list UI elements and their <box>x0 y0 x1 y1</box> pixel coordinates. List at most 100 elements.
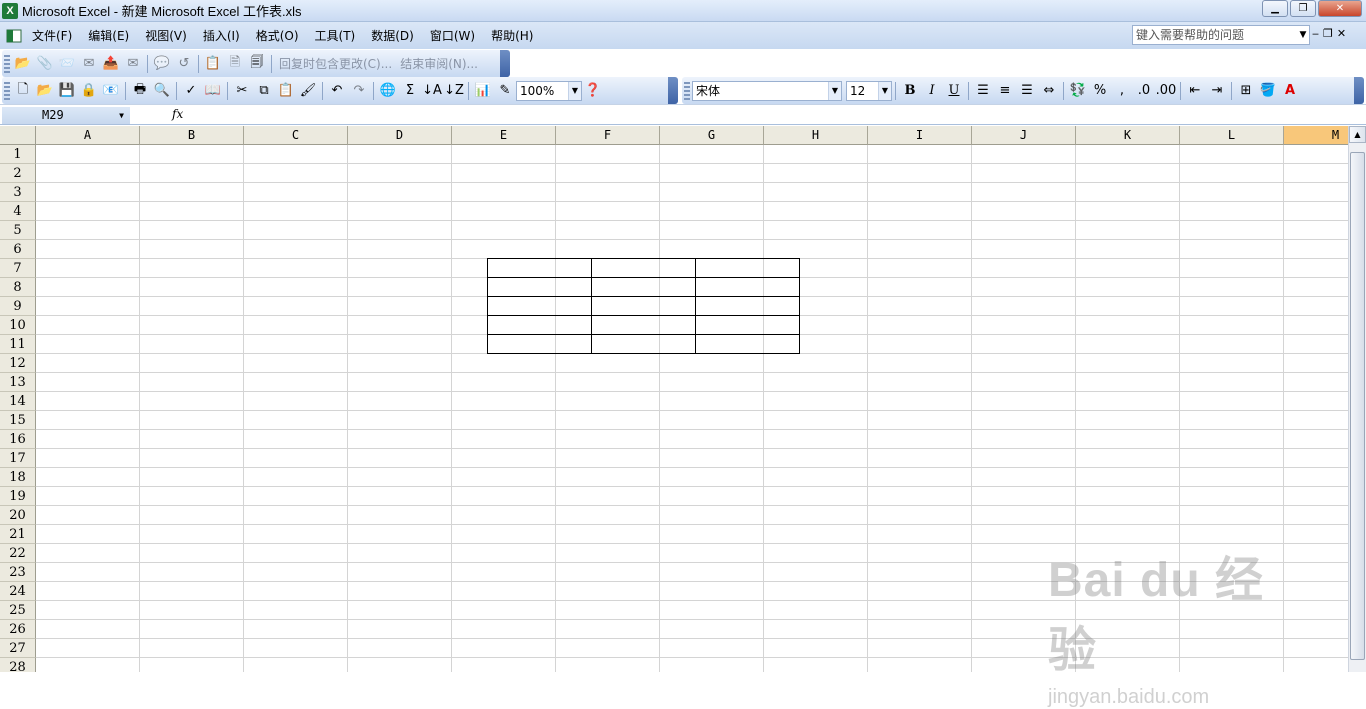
bordered-cell[interactable] <box>487 258 592 278</box>
hyperlink-icon[interactable]: 🌐 <box>377 80 399 102</box>
toolbar-options-icon[interactable] <box>1354 77 1364 104</box>
bordered-cell[interactable] <box>695 258 800 278</box>
bordered-cell[interactable] <box>487 296 592 316</box>
review-pane-icon[interactable]: 🗐 <box>246 53 268 75</box>
track-icon[interactable]: ↺ <box>173 53 195 75</box>
help-search-input[interactable]: 键入需要帮助的问题 <box>1132 25 1310 45</box>
drawing-icon[interactable]: ✎ <box>494 80 516 102</box>
mail-icon[interactable]: ✉ <box>78 53 100 75</box>
bordered-cell[interactable] <box>695 315 800 335</box>
minimize-icon[interactable]: ▁ <box>1262 0 1288 17</box>
reply-with-changes-button[interactable]: 回复时包含更改(C)... <box>275 55 396 72</box>
italic-button[interactable]: I <box>921 80 943 102</box>
bordered-cell[interactable] <box>487 315 592 335</box>
bordered-cell[interactable] <box>695 277 800 297</box>
toolbar-options-icon[interactable] <box>668 77 678 104</box>
percent-button[interactable]: % <box>1089 80 1111 102</box>
sort-descending-icon[interactable]: ↓Z <box>443 80 465 102</box>
row-header-6[interactable]: 6 <box>0 240 36 259</box>
column-header-I[interactable]: I <box>868 126 972 145</box>
reply-icon[interactable]: 📨 <box>56 53 78 75</box>
undo-icon[interactable]: ↶ <box>326 80 348 102</box>
formula-input[interactable] <box>190 106 1366 124</box>
name-box[interactable]: M29 ▼ <box>2 107 130 124</box>
excel-app-icon[interactable]: X <box>2 2 18 19</box>
row-header-17[interactable]: 17 <box>0 449 36 468</box>
help-dropdown-icon[interactable]: ▼ <box>1296 25 1310 45</box>
row-header-4[interactable]: 4 <box>0 202 36 221</box>
column-header-A[interactable]: A <box>36 126 140 145</box>
align-left-icon[interactable]: ☰ <box>972 80 994 102</box>
row-header-27[interactable]: 27 <box>0 639 36 658</box>
print-icon[interactable]: 🖶 <box>129 80 151 102</box>
bordered-cell[interactable] <box>487 334 592 354</box>
doc-close-icon[interactable]: ✕ <box>1337 27 1346 40</box>
toolbar-options-icon[interactable] <box>500 50 510 77</box>
cut-icon[interactable]: ✂ <box>231 80 253 102</box>
menu-view[interactable]: 视图(V) <box>137 26 195 46</box>
toolbar-grip[interactable] <box>4 81 10 100</box>
row-header-26[interactable]: 26 <box>0 620 36 639</box>
row-header-13[interactable]: 13 <box>0 373 36 392</box>
restore-icon[interactable]: ❐ <box>1290 0 1316 17</box>
row-header-8[interactable]: 8 <box>0 278 36 297</box>
copy-icon[interactable]: ⧉ <box>253 80 275 102</box>
select-all-corner[interactable] <box>0 126 36 145</box>
help-icon[interactable]: ❓ <box>582 80 604 102</box>
align-center-icon[interactable]: ≡ <box>994 80 1016 102</box>
column-header-E[interactable]: E <box>452 126 556 145</box>
increase-indent-icon[interactable]: ⇥ <box>1206 80 1228 102</box>
open-folder-icon[interactable]: 📂 <box>12 53 34 75</box>
permission-icon[interactable]: 🔒 <box>78 80 100 102</box>
research-icon[interactable]: 📖 <box>202 80 224 102</box>
decrease-indent-icon[interactable]: ⇤ <box>1184 80 1206 102</box>
column-header-D[interactable]: D <box>348 126 452 145</box>
merge-center-icon[interactable]: ⇔ <box>1038 80 1060 102</box>
email-icon[interactable]: 📧 <box>100 80 122 102</box>
format-painter-icon[interactable]: 🖌 <box>297 80 319 102</box>
paste-icon[interactable]: 📋 <box>275 80 297 102</box>
bordered-cell-range[interactable] <box>487 258 800 354</box>
column-header-H[interactable]: H <box>764 126 868 145</box>
fill-color-icon[interactable]: 🪣 <box>1257 80 1279 102</box>
currency-icon[interactable]: 💱 <box>1067 80 1089 102</box>
close-icon[interactable]: ✕ <box>1318 0 1362 17</box>
font-name-dropdown-icon[interactable]: ▼ <box>828 81 841 100</box>
bold-button[interactable]: B <box>899 80 921 102</box>
comment-icon[interactable]: 💬 <box>151 53 173 75</box>
column-header-F[interactable]: F <box>556 126 660 145</box>
menu-help[interactable]: 帮助(H) <box>483 26 541 46</box>
row-header-18[interactable]: 18 <box>0 468 36 487</box>
row-header-22[interactable]: 22 <box>0 544 36 563</box>
sort-ascending-icon[interactable]: ↓A <box>421 80 443 102</box>
menu-file[interactable]: 文件(F) <box>24 26 80 46</box>
bordered-cell[interactable] <box>591 258 696 278</box>
open-icon[interactable]: 📂 <box>34 80 56 102</box>
zoom-dropdown-icon[interactable]: ▼ <box>568 81 581 100</box>
name-box-dropdown-icon[interactable]: ▼ <box>119 107 124 124</box>
menu-window[interactable]: 窗口(W) <box>422 26 483 46</box>
font-size-select[interactable]: 12 ▼ <box>846 80 892 101</box>
row-header-24[interactable]: 24 <box>0 582 36 601</box>
bordered-cell[interactable] <box>591 296 696 316</box>
toolbar-grip[interactable] <box>4 54 10 73</box>
bordered-cell[interactable] <box>695 334 800 354</box>
bordered-cell[interactable] <box>591 277 696 297</box>
toolbar-grip[interactable] <box>684 81 690 100</box>
column-header-J[interactable]: J <box>972 126 1076 145</box>
row-header-16[interactable]: 16 <box>0 430 36 449</box>
column-header-C[interactable]: C <box>244 126 348 145</box>
column-header-M[interactable]: M <box>1284 126 1348 145</box>
end-review-button[interactable]: 结束审阅(N)... <box>396 55 482 72</box>
row-header-23[interactable]: 23 <box>0 563 36 582</box>
scroll-thumb[interactable] <box>1350 152 1365 660</box>
bordered-cell[interactable] <box>591 315 696 335</box>
row-header-19[interactable]: 19 <box>0 487 36 506</box>
comma-button[interactable]: , <box>1111 80 1133 102</box>
reject-change-icon[interactable]: 🗎 <box>224 53 246 75</box>
menu-insert[interactable]: 插入(I) <box>195 26 248 46</box>
redo-icon[interactable]: ↷ <box>348 80 370 102</box>
underline-button[interactable]: U <box>943 80 965 102</box>
row-header-7[interactable]: 7 <box>0 259 36 278</box>
spelling-icon[interactable]: ✓ <box>180 80 202 102</box>
